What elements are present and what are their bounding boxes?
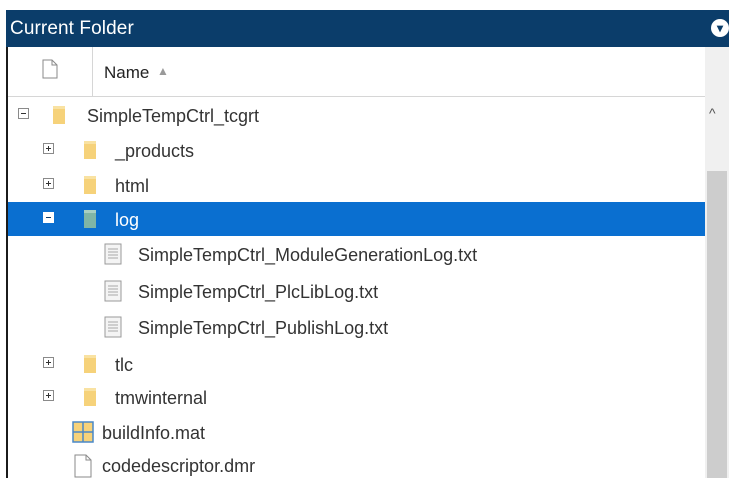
collapse-icon[interactable]: [18, 108, 29, 119]
folder-tree: SimpleTempCtrl_tcgrt _products html log …: [8, 96, 705, 478]
sort-ascending-icon: ▲: [157, 64, 169, 78]
scrollbar-thumb[interactable]: [707, 171, 727, 478]
name-column-header[interactable]: Name ▲: [92, 47, 704, 96]
tree-item-label: codedescriptor.dmr: [102, 456, 256, 476]
tree-row-root[interactable]: SimpleTempCtrl_tcgrt: [8, 98, 705, 132]
chevron-down-circle-icon[interactable]: ▾: [711, 19, 729, 37]
tree-row-folder[interactable]: _products: [8, 133, 705, 167]
tree-item-label: SimpleTempCtrl_tcgrt: [87, 106, 260, 126]
tree-row-file[interactable]: buildInfo.mat: [8, 415, 705, 449]
file-icon: [74, 454, 92, 478]
tree-item-label: buildInfo.mat: [102, 423, 206, 443]
tree-row-file[interactable]: SimpleTempCtrl_PublishLog.txt: [8, 310, 705, 344]
tree-item-label: log: [115, 210, 140, 230]
tree-item-label: SimpleTempCtrl_PlcLibLog.txt: [138, 282, 379, 302]
folder-icon: [53, 106, 65, 124]
tree-item-label: _products: [115, 141, 195, 161]
collapse-icon[interactable]: [43, 212, 54, 223]
tree-row-file[interactable]: SimpleTempCtrl_PlcLibLog.txt: [8, 274, 705, 308]
tree-item-label: SimpleTempCtrl_ModuleGenerationLog.txt: [138, 245, 478, 265]
current-folder-panel: Current Folder ▾ Name ▲ SimpleTempCtrl_t…: [0, 0, 729, 478]
folder-icon: [84, 210, 96, 228]
text-file-icon: [104, 280, 122, 302]
column-header: Name ▲: [8, 47, 705, 97]
expand-icon[interactable]: [43, 143, 54, 154]
text-file-icon: [104, 243, 122, 265]
tree-item-label: tmwinternal: [115, 388, 208, 408]
tree-item-label: html: [115, 176, 150, 196]
scroll-up-icon[interactable]: ^: [709, 105, 716, 121]
folder-icon: [84, 388, 96, 406]
tree-row-folder-selected[interactable]: log: [8, 202, 705, 236]
panel-title: Current Folder: [10, 18, 134, 39]
tree-row-folder[interactable]: tmwinternal: [8, 380, 705, 414]
expand-icon[interactable]: [43, 357, 54, 368]
folder-icon: [84, 141, 96, 159]
file-type-icon: [42, 59, 58, 79]
type-column-header[interactable]: [8, 47, 93, 96]
tree-item-label: SimpleTempCtrl_PublishLog.txt: [138, 318, 389, 338]
folder-icon: [84, 355, 96, 373]
tree-row-folder[interactable]: tlc: [8, 347, 705, 381]
tree-row-file[interactable]: SimpleTempCtrl_ModuleGenerationLog.txt: [8, 237, 705, 271]
panel-title-bar: Current Folder ▾: [6, 10, 729, 47]
name-column-label: Name: [104, 63, 150, 82]
vertical-scrollbar[interactable]: ^: [705, 47, 729, 478]
folder-icon: [84, 176, 96, 194]
expand-icon[interactable]: [43, 390, 54, 401]
mat-file-icon: [72, 421, 94, 443]
text-file-icon: [104, 316, 122, 338]
expand-icon[interactable]: [43, 178, 54, 189]
tree-row-folder[interactable]: html: [8, 168, 705, 202]
tree-row-file[interactable]: codedescriptor.dmr: [8, 448, 705, 478]
tree-item-label: tlc: [115, 355, 133, 375]
